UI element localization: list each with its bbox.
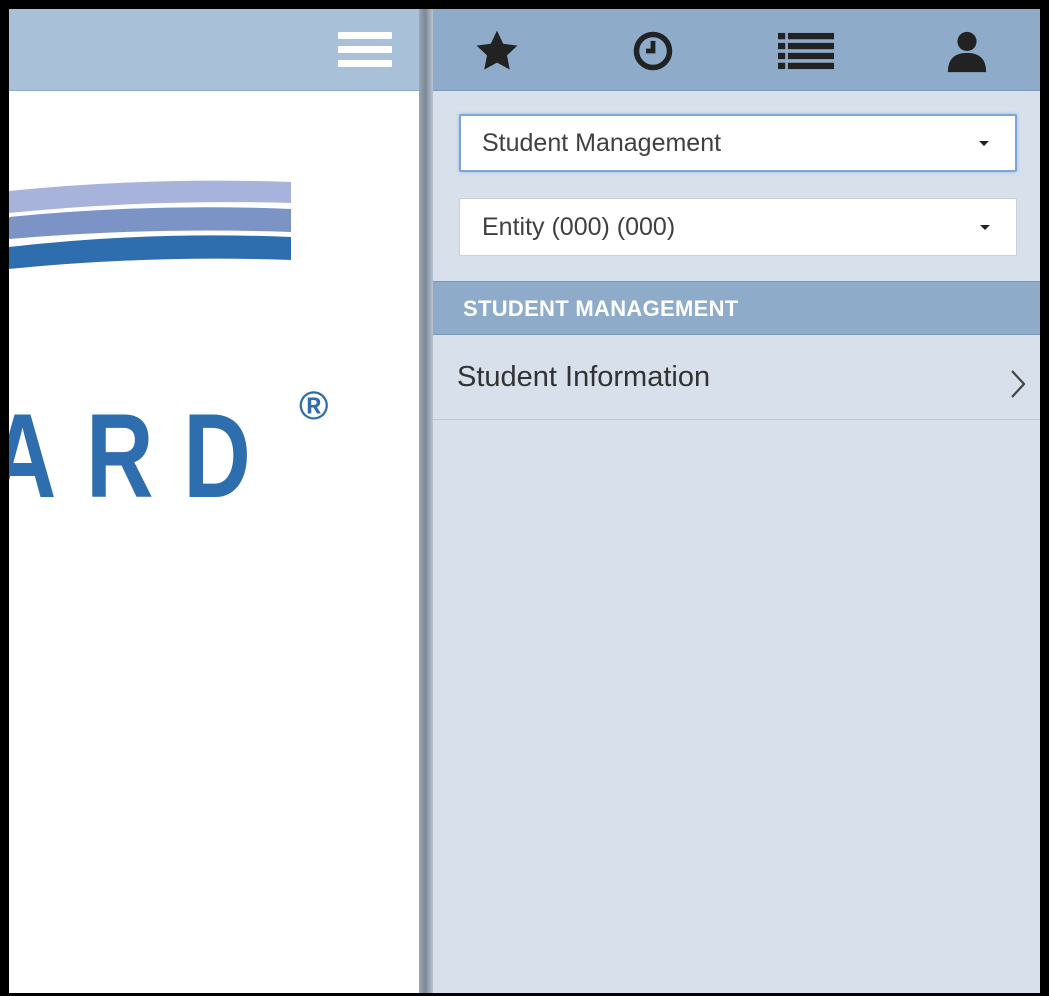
nav-toolbar	[433, 9, 1040, 91]
hamburger-icon[interactable]	[338, 32, 392, 68]
left-header	[9, 9, 421, 91]
logo-registered-mark: ®	[299, 384, 328, 428]
pane-divider	[419, 9, 433, 993]
menu-item-student-information[interactable]: Student Information	[433, 337, 1040, 420]
chevron-right-icon	[1010, 369, 1026, 404]
caret-down-icon	[980, 225, 990, 230]
navigation-panel: Student Management Entity (000) (000) ST…	[433, 9, 1040, 993]
caret-down-icon	[979, 141, 989, 146]
logo: ARD ®	[9, 169, 349, 524]
section-title: STUDENT MANAGEMENT	[463, 296, 739, 321]
section-header: STUDENT MANAGEMENT	[433, 281, 1040, 335]
user-icon[interactable]	[939, 29, 995, 73]
entity-select[interactable]: Entity (000) (000)	[459, 198, 1017, 256]
logo-graphic: ARD ®	[9, 180, 328, 523]
module-select-value: Student Management	[482, 129, 722, 157]
list-icon[interactable]	[778, 29, 834, 73]
app-window: ARD ® Student Management Entity (000) (0…	[0, 0, 1049, 996]
star-icon[interactable]	[469, 29, 525, 73]
left-pane: ARD ®	[9, 9, 421, 993]
entity-select-value: Entity (000) (000)	[482, 213, 676, 241]
logo-letters: ARD	[9, 389, 280, 519]
clock-icon[interactable]	[625, 29, 681, 73]
module-select[interactable]: Student Management	[459, 114, 1017, 172]
menu-item-label: Student Information	[457, 361, 711, 393]
